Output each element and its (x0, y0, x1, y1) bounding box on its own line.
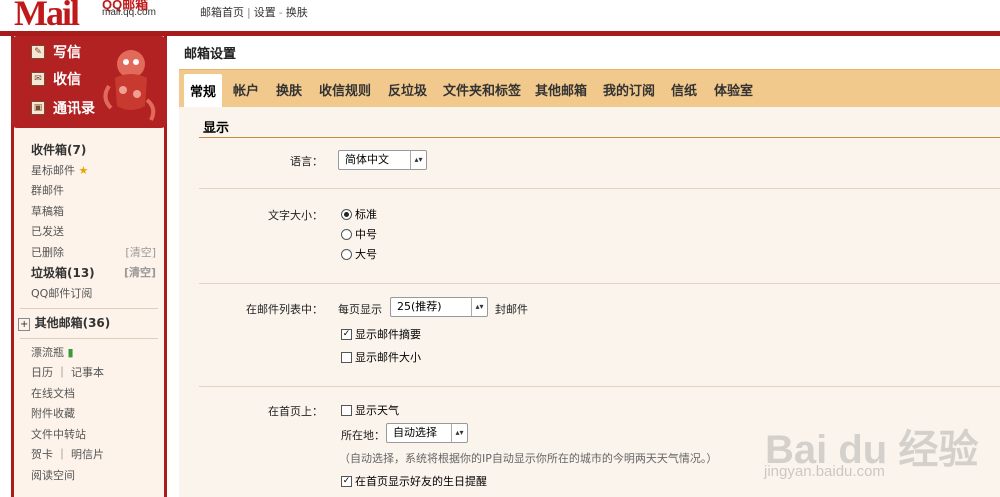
show-weather-checkbox[interactable]: 显示天气 (341, 402, 399, 418)
tab-folders-labels[interactable]: 文件夹和标签 (443, 80, 521, 99)
radio-button[interactable] (341, 208, 352, 220)
birthday-reminder-checkbox[interactable]: ✓ 在首页显示好友的生日提醒 (341, 473, 487, 489)
checkbox-checked-icon[interactable]: ✓ (341, 328, 352, 340)
divider (20, 308, 158, 309)
empty-deleted-link[interactable]: [清空] (125, 243, 156, 263)
tab-account[interactable]: 帐户 (233, 80, 259, 99)
font-size-standard-radio[interactable]: 标准 (341, 206, 377, 222)
compose-button[interactable]: ✎ 写信 (31, 42, 81, 62)
star-icon: ★ (78, 163, 89, 177)
location-label: 所在地： (341, 429, 385, 442)
updown-arrow-icon: ▴▾ (471, 298, 487, 316)
updown-arrow-icon: ▴▾ (410, 151, 426, 169)
section-divider (199, 137, 1000, 138)
folder-deleted[interactable]: 已删除 [清空] (14, 243, 164, 264)
contacts-button[interactable]: ▣ 通讯录 (31, 98, 95, 118)
top-header: Mail QQ邮箱 mail.qq.com 邮箱首页 | 设置 - 换肤 (0, 0, 1000, 34)
settings-tabs: 常规 帐户 换肤 收信规则 反垃圾 文件夹和标签 其他邮箱 我的订阅 信纸 体验… (179, 69, 1000, 108)
inbox-icon: ✉ (31, 72, 45, 86)
per-page-prefix: 每页显示 (338, 303, 382, 316)
receive-button[interactable]: ✉ 收信 (31, 69, 81, 89)
divider (20, 337, 158, 339)
checkbox-checked-icon[interactable]: ✓ (341, 475, 352, 487)
tab-other-mailboxes[interactable]: 其他邮箱 (535, 80, 587, 99)
tab-general[interactable]: 常规 (184, 74, 223, 108)
folder-subscriptions[interactable]: QQ邮件订阅 (14, 284, 164, 305)
tab-mail-rules[interactable]: 收信规则 (319, 80, 371, 99)
folder-starred[interactable]: 星标邮件 ★ (14, 161, 164, 182)
bottle-icon: ▮ (67, 345, 74, 359)
watermark-url: jingyan.baidu.com (764, 463, 885, 480)
tab-stationery[interactable]: 信纸 (671, 80, 697, 99)
top-links: 邮箱首页 | 设置 - 换肤 (200, 6, 308, 19)
weather-hint: （自动选择，系统将根据你的IP自动显示你所在的城市的今明两天天气情况。） (339, 452, 718, 465)
tool-cards[interactable]: 贺卡 ｜ 明信片 (14, 445, 164, 466)
folder-inbox[interactable]: 收件箱(7) (14, 140, 164, 161)
tab-skin[interactable]: 换肤 (276, 80, 302, 99)
row-divider (199, 188, 1000, 189)
empty-spam-link[interactable]: [清空] (124, 263, 156, 283)
tool-online-docs[interactable]: 在线文档 (14, 384, 164, 405)
tool-file-transfer[interactable]: 文件中转站 (14, 425, 164, 446)
folder-group[interactable]: 群邮件 (14, 181, 164, 202)
radio-button[interactable] (341, 248, 352, 260)
tool-attachments[interactable]: 附件收藏 (14, 404, 164, 425)
updown-arrow-icon: ▴▾ (451, 424, 467, 442)
expand-icon[interactable]: + (18, 318, 31, 331)
tab-anti-spam[interactable]: 反垃圾 (388, 80, 427, 99)
folder-sent[interactable]: 已发送 (14, 222, 164, 243)
monkey-decoration-icon (103, 50, 156, 121)
language-label: 语言： (290, 155, 323, 168)
section-title: 显示 (203, 121, 230, 136)
radio-button[interactable] (341, 228, 352, 240)
show-size-checkbox[interactable]: 显示邮件大小 (341, 349, 421, 365)
mailbox-home-link[interactable]: 邮箱首页 (200, 6, 244, 19)
skin-link[interactable]: 换肤 (286, 6, 308, 19)
settings-link[interactable]: 设置 (254, 6, 276, 19)
mail-list-label: 在邮件列表中： (246, 303, 323, 316)
row-divider (199, 386, 1000, 387)
show-summary-checkbox[interactable]: ✓ 显示邮件摘要 (341, 326, 421, 342)
checkbox-icon[interactable] (341, 351, 352, 363)
tool-calendar-notes[interactable]: 日历 ｜ 记事本 (14, 363, 164, 384)
sidebar: ✎ 写信 ✉ 收信 ▣ 通讯录 收件箱(7) 星标邮件 ★ 群邮件 草稿箱 已发送 已… (11, 36, 167, 497)
row-divider (199, 283, 1000, 284)
font-size-large-radio[interactable]: 大号 (341, 246, 377, 262)
font-size-label: 文字大小： (268, 209, 323, 222)
per-page-select[interactable]: 25(推荐) ▴▾ (390, 297, 488, 317)
folder-drafts[interactable]: 草稿箱 (14, 202, 164, 223)
folder-spam[interactable]: 垃圾箱(13) [清空] (14, 263, 164, 284)
checkbox-icon[interactable] (341, 404, 352, 416)
location-select[interactable]: 自动选择 ▴▾ (386, 423, 468, 443)
other-mailboxes[interactable]: + 其他邮箱(36) (14, 313, 164, 334)
brand-url: mail.qq.com (102, 7, 156, 18)
folder-list: 收件箱(7) 星标邮件 ★ 群邮件 草稿箱 已发送 已删除 [清空] 垃圾箱(13… (14, 128, 164, 486)
per-page-suffix: 封邮件 (495, 303, 528, 316)
mail-logo[interactable]: Mail (14, 0, 80, 34)
home-page-label: 在首页上： (268, 405, 323, 418)
page-title: 邮箱设置 (184, 47, 237, 62)
language-select[interactable]: 简体中文 ▴▾ (338, 150, 427, 170)
contacts-icon: ▣ (31, 101, 45, 115)
compose-icon: ✎ (31, 45, 45, 59)
tab-subscriptions[interactable]: 我的订阅 (603, 80, 655, 99)
tool-drift-bottle[interactable]: 漂流瓶 ▮ (14, 343, 164, 364)
tab-lab[interactable]: 体验室 (714, 80, 753, 99)
tool-reading-space[interactable]: 阅读空间 (14, 466, 164, 487)
font-size-medium-radio[interactable]: 中号 (341, 226, 377, 242)
sidebar-actions: ✎ 写信 ✉ 收信 ▣ 通讯录 (11, 36, 167, 128)
